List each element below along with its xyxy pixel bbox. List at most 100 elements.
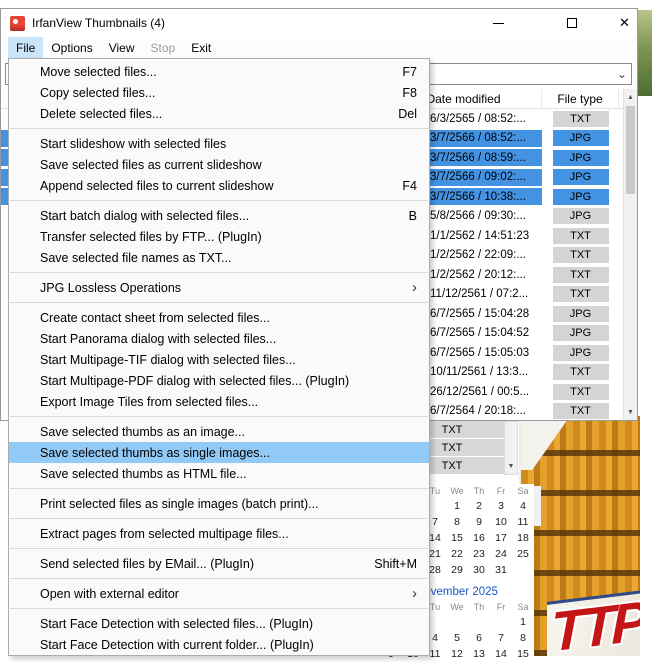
menubar-item-file[interactable]: File (8, 37, 43, 59)
scrollbar-thumb[interactable] (626, 106, 635, 194)
column-header-file-type[interactable]: File type (542, 89, 619, 108)
menu-item[interactable]: Create contact sheet from selected files… (9, 307, 429, 328)
maximize-button[interactable] (549, 9, 594, 37)
menu-item-label: Start slideshow with selected files (40, 137, 417, 151)
menu-item[interactable]: Delete selected files...Del (9, 103, 429, 124)
titlebar[interactable]: IrfanView Thumbnails (4) ✕ (1, 9, 637, 37)
calendar-day[interactable]: 15 (512, 646, 534, 662)
calendar-weekday: We (446, 600, 468, 614)
calendar-day[interactable]: 13 (468, 646, 490, 662)
ttp-logo: TTP (551, 593, 640, 656)
calendar-day (468, 614, 490, 630)
file-type-cell: JPG (542, 150, 619, 166)
calendar-day[interactable]: 18 (512, 530, 534, 546)
menu-item[interactable]: Open with external editor› (9, 583, 429, 604)
chevron-down-icon[interactable]: ⌄ (617, 64, 627, 84)
submenu-arrow-icon: › (412, 280, 417, 295)
minimize-icon (493, 23, 504, 24)
menu-item[interactable]: Save selected file names as TXT... (9, 247, 429, 268)
menu-item-label: Append selected files to current slidesh… (40, 179, 386, 193)
file-type-badge: TXT (553, 267, 609, 283)
menu-item[interactable]: Save selected thumbs as an image... (9, 421, 429, 442)
menu-separator (10, 302, 428, 303)
menu-item[interactable]: Start Panorama dialog with selected file… (9, 328, 429, 349)
calendar-day[interactable]: 15 (446, 530, 468, 546)
menu-item-label: Start Face Detection with selected files… (40, 617, 417, 631)
calendar-day[interactable]: 8 (446, 514, 468, 530)
calendar-day[interactable]: 1 (446, 498, 468, 514)
calendar-day[interactable]: 29 (446, 562, 468, 578)
calendar-day (446, 614, 468, 630)
menubar-item-view[interactable]: View (101, 37, 143, 59)
menu-item[interactable]: Save selected files as current slideshow (9, 154, 429, 175)
menu-item-label: Export Image Tiles from selected files..… (40, 395, 417, 409)
calendar-weekday: Fr (490, 600, 512, 614)
menu-item[interactable]: Send selected files by EMail... (PlugIn)… (9, 553, 429, 574)
calendar-day[interactable]: 10 (490, 514, 512, 530)
menu-item[interactable]: Extract pages from selected multipage fi… (9, 523, 429, 544)
calendar-day[interactable]: 14 (490, 646, 512, 662)
calendar-day[interactable]: 4 (512, 498, 534, 514)
calendar-day[interactable]: 6 (468, 630, 490, 646)
list-scrollbar[interactable]: ▲ ▼ (623, 89, 637, 420)
minimize-button[interactable] (476, 9, 521, 37)
file-type-cell: TXT (542, 403, 619, 419)
file-type-badge: JPG (553, 130, 609, 146)
calendar-day[interactable]: 5 (446, 630, 468, 646)
calendar-day[interactable]: 30 (468, 562, 490, 578)
menu-item-label: Transfer selected files by FTP... (PlugI… (40, 230, 417, 244)
menu-item[interactable]: Copy selected files...F8 (9, 82, 429, 103)
background-list-scrollbar[interactable]: ▼ (504, 421, 518, 475)
menu-shortcut: F8 (402, 86, 417, 100)
calendar-day[interactable]: 25 (512, 546, 534, 562)
calendar-day[interactable]: 22 (446, 546, 468, 562)
calendar-day[interactable]: 7 (490, 630, 512, 646)
menu-item[interactable]: Move selected files...F7 (9, 61, 429, 82)
background-scroll-down-button[interactable]: ▼ (505, 459, 517, 474)
file-type-badge: TXT (553, 247, 609, 263)
menu-item[interactable]: Start slideshow with selected files (9, 133, 429, 154)
calendar-day[interactable]: 2 (468, 498, 490, 514)
menu-item-label: Print selected files as single images (b… (40, 497, 417, 511)
menu-item[interactable]: Save selected thumbs as single images... (9, 442, 429, 463)
menu-item[interactable]: JPG Lossless Operations › (9, 277, 429, 298)
scroll-down-button[interactable]: ▼ (624, 404, 637, 420)
menu-item[interactable]: Start Face Detection with current folder… (9, 634, 429, 655)
calendar-day[interactable]: 23 (468, 546, 490, 562)
menu-item[interactable]: Start Face Detection with selected files… (9, 613, 429, 634)
wallpaper-warehouse-photo: TTP (519, 416, 640, 656)
calendar-day[interactable]: 9 (468, 514, 490, 530)
calendar-weekday: We (446, 484, 468, 498)
calendar-day[interactable]: 12 (446, 646, 468, 662)
calendar-day[interactable]: 8 (512, 630, 534, 646)
calendar-day[interactable]: 11 (512, 514, 534, 530)
warehouse-ceiling (521, 416, 591, 470)
menu-item-label: Start Multipage-PDF dialog with selected… (40, 374, 417, 388)
menu-item[interactable]: Start batch dialog with selected files..… (9, 205, 429, 226)
calendar-day[interactable]: 3 (490, 498, 512, 514)
menu-item[interactable]: Append selected files to current slidesh… (9, 175, 429, 196)
menubar-item-exit[interactable]: Exit (183, 37, 219, 59)
calendar-day[interactable]: 31 (490, 562, 512, 578)
calendar-day[interactable]: 1 (512, 614, 534, 630)
menu-item-label: JPG Lossless Operations (40, 281, 396, 295)
menu-item[interactable]: Save selected thumbs as HTML file... (9, 463, 429, 484)
menu-item[interactable]: Print selected files as single images (b… (9, 493, 429, 514)
file-type-cell: TXT (542, 228, 619, 244)
file-type-badge: TXT (553, 111, 609, 127)
menu-item[interactable]: Start Multipage-TIF dialog with selected… (9, 349, 429, 370)
scroll-up-button[interactable]: ▲ (624, 89, 637, 105)
menu-shortcut: B (409, 209, 417, 223)
menu-item[interactable]: Export Image Tiles from selected files..… (9, 391, 429, 412)
calendar-day[interactable]: 16 (468, 530, 490, 546)
close-button[interactable]: ✕ (602, 9, 647, 37)
calendar-day[interactable]: 17 (490, 530, 512, 546)
menu-separator (10, 488, 428, 489)
menu-item[interactable]: Start Multipage-PDF dialog with selected… (9, 370, 429, 391)
menu-shortcut: F7 (402, 65, 417, 79)
menu-item-label: Save selected files as current slideshow (40, 158, 417, 172)
calendar-day[interactable]: 24 (490, 546, 512, 562)
menu-item[interactable]: Transfer selected files by FTP... (PlugI… (9, 226, 429, 247)
file-type-cell: JPG (542, 189, 619, 205)
menubar-item-options[interactable]: Options (43, 37, 100, 59)
